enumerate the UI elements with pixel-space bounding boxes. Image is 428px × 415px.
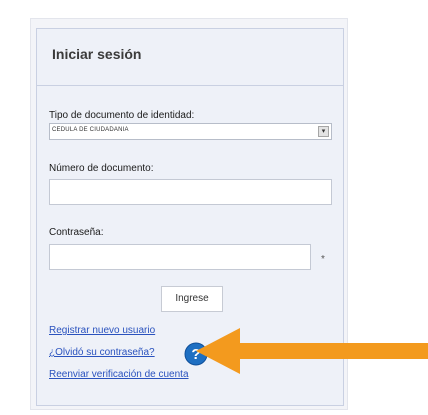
required-mark: *	[321, 254, 325, 265]
document-number-label: Número de documento:	[49, 163, 154, 174]
title-divider	[37, 85, 343, 86]
document-type-selected-value: CEDULA DE CIUDADANIA	[52, 127, 129, 133]
document-type-select[interactable]: CEDULA DE CIUDADANIA ▾	[49, 123, 332, 140]
resend-verification-link[interactable]: Reenviar verificación de cuenta	[49, 369, 189, 380]
register-link[interactable]: Registrar nuevo usuario	[49, 325, 155, 336]
submit-button[interactable]: Ingrese	[161, 286, 223, 312]
document-type-label: Tipo de documento de identidad:	[49, 110, 195, 121]
document-number-input[interactable]	[49, 179, 332, 205]
chevron-down-icon[interactable]: ▾	[318, 126, 329, 137]
arrow-left-icon	[196, 328, 428, 374]
password-input[interactable]	[49, 244, 311, 270]
login-title: Iniciar sesión	[52, 46, 142, 62]
page: Iniciar sesión Tipo de documento de iden…	[0, 0, 428, 415]
password-label: Contraseña:	[49, 227, 104, 238]
forgot-password-link[interactable]: ¿Olvidó su contraseña?	[49, 347, 155, 358]
